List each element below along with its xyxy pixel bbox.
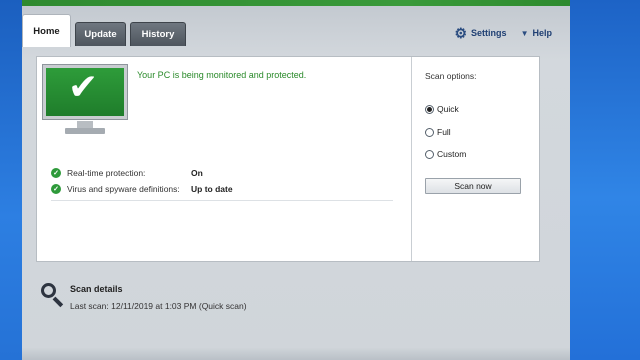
- radio-button[interactable]: [425, 104, 434, 114]
- radio-label: Full: [437, 127, 451, 137]
- help-label: Help: [532, 28, 552, 38]
- check-circle-icon: ✓: [51, 184, 61, 194]
- radio-selected-dot: [427, 106, 432, 112]
- scan-option-full[interactable]: Full: [425, 127, 451, 137]
- status-row-realtime: ✓ Real-time protection: On: [51, 165, 393, 181]
- last-scan-line: Last scan: 12/11/2019 at 1:03 PM (Quick …: [70, 301, 247, 311]
- scan-details-title: Scan details: [70, 284, 123, 294]
- last-scan-value: 12/11/2019 at 1:03 PM (Quick scan): [111, 301, 247, 311]
- protection-status-message: Your PC is being monitored and protected…: [137, 70, 307, 80]
- tab-history[interactable]: History: [130, 22, 186, 46]
- help-link[interactable]: ▼ Help: [521, 28, 552, 38]
- magnifier-handle: [52, 296, 64, 308]
- monitor-screen: ✔: [43, 65, 127, 119]
- status-row-value: On: [191, 168, 203, 178]
- radio-label: Quick: [437, 104, 459, 114]
- last-scan-label: Last scan:: [70, 301, 109, 311]
- scan-options-title: Scan options:: [425, 71, 477, 81]
- radio-label: Custom: [437, 149, 467, 159]
- monitor-base: [65, 128, 105, 134]
- status-row-definitions: ✓ Virus and spyware definitions: Up to d…: [51, 181, 393, 197]
- radio-button[interactable]: [425, 149, 434, 159]
- status-color-bar: [22, 0, 570, 6]
- monitor-check-icon: ✔: [43, 65, 127, 143]
- scan-option-quick[interactable]: Quick: [425, 104, 459, 114]
- tab-home[interactable]: Home: [22, 14, 71, 47]
- top-links: ⚙ Settings ▼ Help: [454, 26, 552, 40]
- tab-update[interactable]: Update: [75, 22, 126, 46]
- home-panel: ✔ Your PC is being monitored and protect…: [36, 56, 540, 262]
- settings-label: Settings: [471, 28, 507, 38]
- caret-down-icon: ▼: [520, 28, 529, 38]
- magnifier-icon: [40, 282, 66, 308]
- status-row-value: Up to date: [191, 184, 233, 194]
- app-window: Home Update History ⚙ Settings ▼ Help ✔ …: [22, 0, 570, 360]
- scan-now-button[interactable]: Scan now: [425, 178, 521, 194]
- protection-status-list: ✓ Real-time protection: On ✓ Virus and s…: [51, 165, 393, 201]
- panel-divider: [411, 57, 412, 261]
- desktop-background-left: [0, 0, 22, 360]
- divider: [51, 200, 393, 201]
- window-bottom-edge: [22, 348, 570, 360]
- scan-option-custom[interactable]: Custom: [425, 149, 466, 159]
- desktop-background-right: [568, 0, 640, 360]
- magnifier-lens: [41, 283, 56, 298]
- check-mark-icon: ✔: [68, 67, 99, 108]
- gear-icon: ⚙: [454, 25, 468, 41]
- status-row-label: Virus and spyware definitions:: [67, 184, 180, 194]
- status-row-label: Real-time protection:: [67, 168, 146, 178]
- check-circle-icon: ✓: [51, 168, 61, 178]
- radio-button[interactable]: [425, 127, 434, 137]
- scan-options: Scan options: Quick Full Custom Scan now: [425, 71, 535, 194]
- settings-link[interactable]: ⚙ Settings: [454, 26, 506, 40]
